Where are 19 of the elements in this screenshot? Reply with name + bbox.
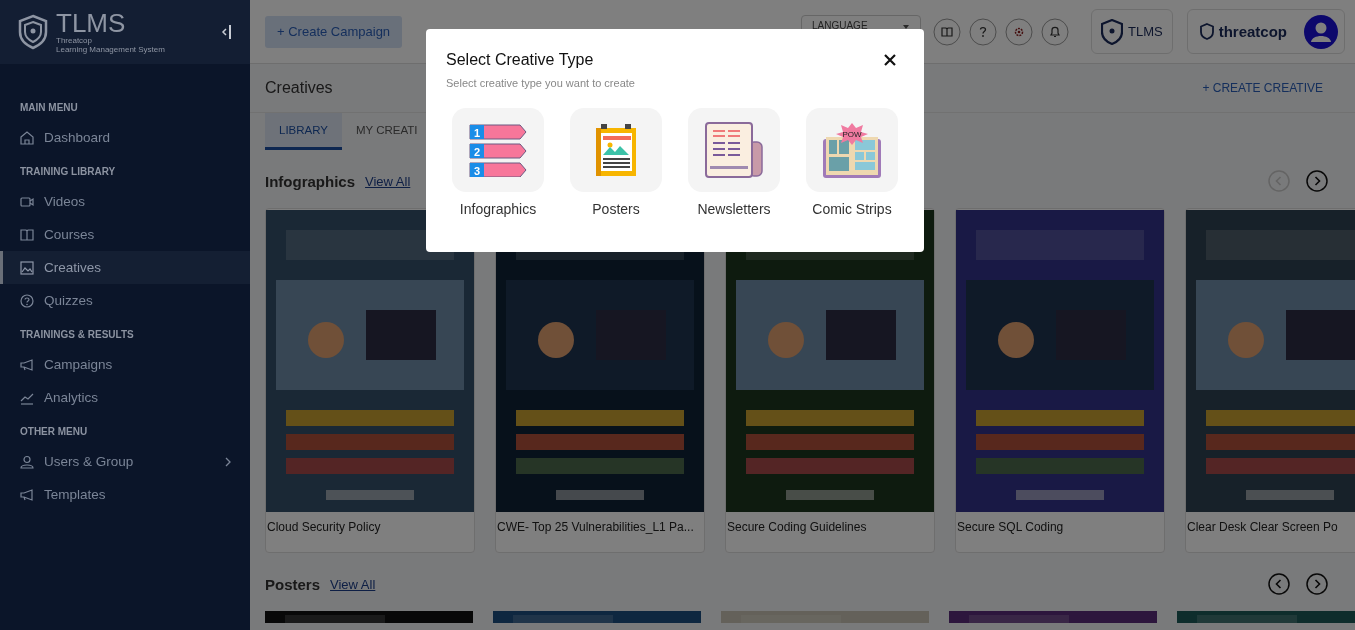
card-title: Secure Coding Guidelines xyxy=(726,519,868,534)
dialog-subtitle: Select creative type you want to create xyxy=(446,77,636,89)
brand-name: TLMS xyxy=(1128,24,1163,39)
card-title: Clear Desk Clear Screen Po xyxy=(1186,519,1339,534)
dialog-title: Select Creative Type xyxy=(446,51,594,69)
card-title: Secure SQL Coding xyxy=(956,519,1065,534)
brand-name: threatcop xyxy=(1218,23,1287,40)
section-title: Posters xyxy=(265,575,321,593)
logo-subtitle: Threatcop xyxy=(56,36,94,45)
card-title: Cloud Security Policy xyxy=(266,519,382,534)
logo-title: TLMS xyxy=(56,10,127,36)
logo-subtitle: Learning Management System xyxy=(56,45,165,54)
section-title: Infographics xyxy=(265,172,355,190)
menu-section-heading: TRAININGS & RESULTS xyxy=(19,329,135,340)
menu-section-heading: OTHER MENU xyxy=(19,426,89,437)
menu-section-heading: TRAINING LIBRARY xyxy=(19,166,117,177)
card-title: CWE- Top 25 Vulnerabilities_L1 Pa... xyxy=(496,519,695,534)
page-title: Creatives xyxy=(265,79,333,97)
menu-section-heading: MAIN MENU xyxy=(19,102,79,113)
